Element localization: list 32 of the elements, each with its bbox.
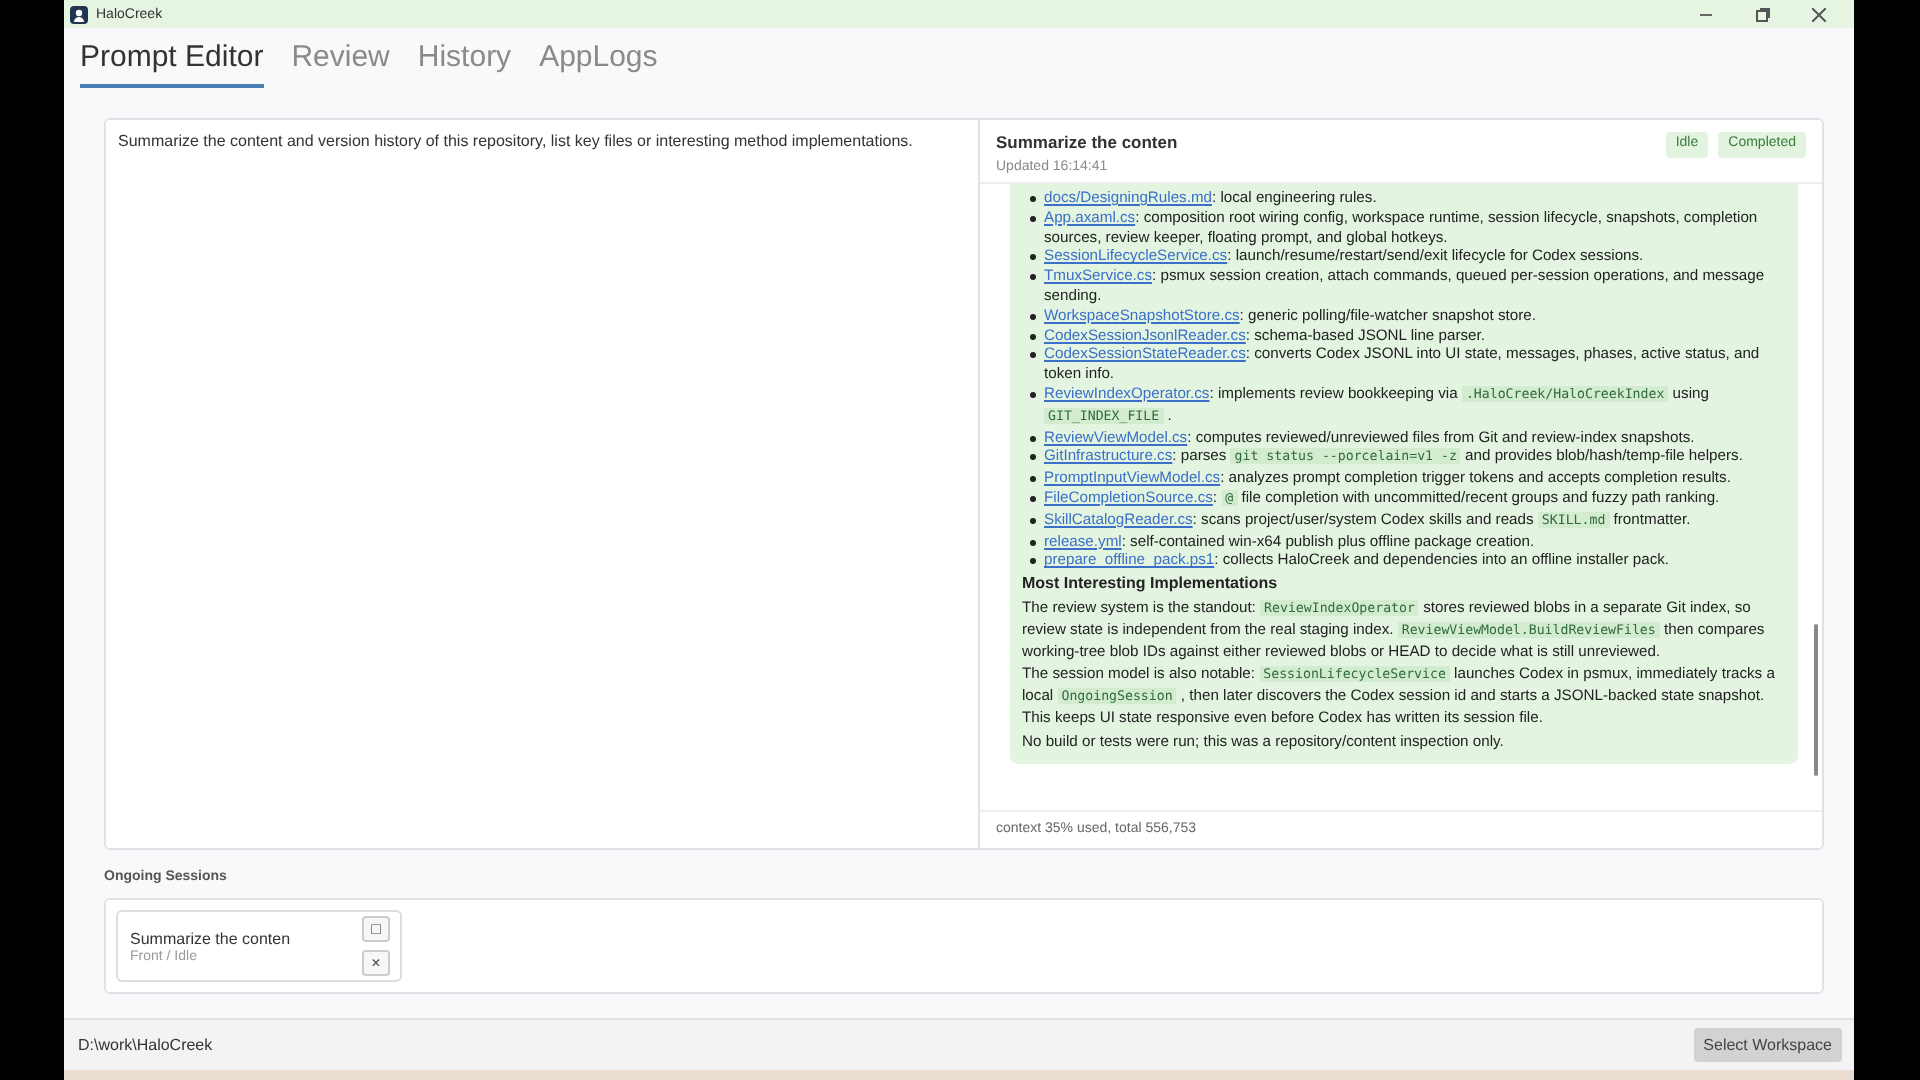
bullet-icon	[1030, 215, 1036, 222]
session-card-title: Summarize the conten	[130, 929, 293, 947]
app-logo-icon	[70, 5, 88, 23]
prompt-field[interactable]: Summarize the content and version history of this repository, list key files or interesting method implementations.	[106, 120, 980, 848]
section-heading: Most Interesting Implementations	[1022, 574, 1280, 594]
bullet-icon	[1030, 476, 1036, 483]
tab[interactable]: Review	[291, 36, 390, 88]
bullet-icon	[1030, 333, 1036, 340]
tab[interactable]: History	[417, 36, 512, 88]
bullet-icon	[1030, 352, 1036, 359]
bullet-icon	[1030, 254, 1036, 261]
tab[interactable]: Prompt Editor	[80, 36, 264, 88]
bullet-icon	[1030, 196, 1036, 202]
bullet-icon	[1030, 435, 1036, 442]
bullet-icon	[1030, 313, 1036, 320]
tab[interactable]: AppLogs	[539, 36, 658, 88]
minimize-icon[interactable]	[1700, 13, 1712, 15]
bullet-icon	[1030, 495, 1036, 502]
session-title: Summarize the conten	[996, 132, 1180, 152]
restore-icon[interactable]	[1755, 7, 1769, 21]
bullet-icon	[1030, 539, 1036, 546]
workspace-path: D:\work\HaloCreek	[78, 1036, 215, 1054]
select-workspace-button[interactable]: Select Workspace	[1693, 1028, 1842, 1062]
bullet-icon	[1030, 274, 1036, 281]
scrollbar-thumb[interactable]	[1814, 624, 1818, 776]
session-action-button[interactable]: □	[362, 916, 390, 942]
bullet-icon	[1030, 454, 1036, 461]
bullet-icon	[1030, 391, 1036, 398]
close-icon[interactable]	[1811, 7, 1825, 21]
bullet-icon	[1030, 558, 1036, 565]
bullet-icon	[1030, 517, 1036, 524]
session-action-button[interactable]: ×	[362, 950, 390, 976]
